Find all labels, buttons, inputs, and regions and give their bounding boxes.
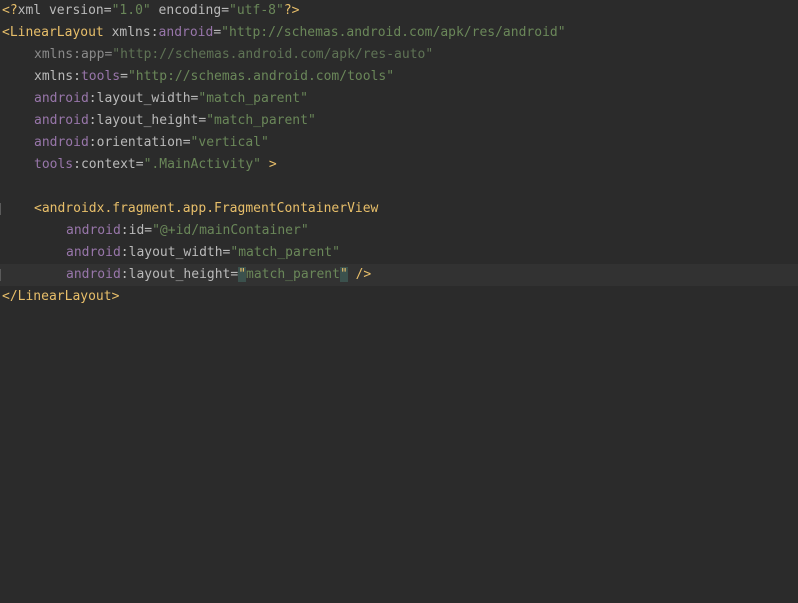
id-attr: android:id="@+id/mainContainer" bbox=[66, 220, 309, 242]
attr-namespace: android bbox=[34, 135, 89, 150]
attr-colon: : bbox=[120, 267, 129, 282]
orientation-attr: android:orientation="vertical" bbox=[34, 132, 269, 154]
linearlayout-open-tag: <LinearLayout xmlns:android="http://sche… bbox=[2, 22, 566, 44]
attr-value: "match_parent" bbox=[230, 245, 340, 260]
decl-open: <? bbox=[2, 3, 18, 18]
attr-colon: : bbox=[73, 157, 81, 172]
attr-colon: : bbox=[120, 223, 129, 238]
code-line-14[interactable]: </LinearLayout> bbox=[0, 286, 798, 308]
version-value: "1.0" bbox=[111, 3, 151, 18]
fold-marker-icon[interactable] bbox=[0, 203, 1, 215]
code-line-5[interactable]: android:layout_width="match_parent" bbox=[0, 88, 798, 110]
attr-value: "match_parent" bbox=[198, 91, 308, 106]
encoding-value: "utf-8" bbox=[229, 3, 284, 18]
attr-value: "http://schemas.android.com/apk/res/andr… bbox=[221, 25, 566, 40]
attr-eq: = bbox=[120, 69, 128, 84]
attr-colon: : bbox=[88, 135, 97, 150]
attr-namespace: android bbox=[34, 113, 89, 128]
attr-value: "http://schemas.android.com/tools" bbox=[127, 69, 395, 84]
tag-open-bracket: </ bbox=[2, 289, 18, 304]
attr-colon: : bbox=[120, 245, 129, 260]
xml-declaration: <?xml version="1.0" encoding="utf-8"?> bbox=[2, 0, 299, 22]
tag-name: androidx.fragment.app.FragmentContainerV… bbox=[41, 201, 379, 216]
tag-close-bracket: > bbox=[111, 289, 120, 304]
attr-namespace: android bbox=[158, 25, 214, 40]
layout-width-attr: android:layout_width="match_parent" bbox=[34, 88, 308, 110]
code-line-4[interactable]: xmlns:tools="http://schemas.android.com/… bbox=[0, 66, 798, 88]
decl-close: ?> bbox=[283, 3, 300, 18]
attr-value: ".MainActivity" bbox=[143, 157, 261, 172]
fragment-open-tag: <androidx.fragment.app.FragmentContainer… bbox=[34, 198, 378, 220]
attr-eq: = bbox=[144, 223, 153, 238]
code-line-12[interactable]: android:layout_width="match_parent" bbox=[0, 242, 798, 264]
attr-eq: = bbox=[135, 157, 144, 172]
attr-namespace: android bbox=[66, 245, 121, 260]
attr-prefix: xmlns: bbox=[34, 47, 81, 62]
fragment-layout-height-attr: android:layout_height="match_parent" /> bbox=[66, 264, 371, 286]
attr-eq: = bbox=[213, 25, 222, 40]
code-line-13-current[interactable]: android:layout_height="match_parent" /> bbox=[0, 264, 798, 286]
attr-name: layout_width bbox=[128, 245, 223, 260]
attr-name: layout_height bbox=[96, 113, 199, 128]
tag-close-bracket: > bbox=[261, 157, 277, 172]
code-editor[interactable]: <?xml version="1.0" encoding="utf-8"?> <… bbox=[0, 0, 798, 603]
attr-value: "@+id/mainContainer" bbox=[152, 223, 309, 238]
encoding-eq: = bbox=[221, 3, 230, 18]
attr-value: match_parent bbox=[246, 267, 340, 282]
tag-open-bracket: < bbox=[34, 201, 42, 216]
code-line-7[interactable]: android:orientation="vertical" bbox=[0, 132, 798, 154]
tag-name: LinearLayout bbox=[17, 289, 112, 304]
matched-quote-close: " bbox=[339, 267, 348, 282]
code-line-1[interactable]: <?xml version="1.0" encoding="utf-8"?> bbox=[0, 0, 798, 22]
attr-name: orientation bbox=[96, 135, 183, 150]
attr-namespace: android bbox=[34, 91, 89, 106]
tag-open-bracket: < bbox=[2, 25, 10, 40]
attr-name: context bbox=[80, 157, 136, 172]
attr-prefix: xmlns: bbox=[34, 69, 81, 84]
layout-height-attr: android:layout_height="match_parent" bbox=[34, 110, 316, 132]
code-line-2[interactable]: <LinearLayout xmlns:android="http://sche… bbox=[0, 22, 798, 44]
attr-eq: = bbox=[182, 135, 191, 150]
attr-namespace: android bbox=[66, 223, 121, 238]
code-line-10[interactable]: <androidx.fragment.app.FragmentContainer… bbox=[0, 198, 798, 220]
code-line-11[interactable]: android:id="@+id/mainContainer" bbox=[0, 220, 798, 242]
version-eq: = bbox=[103, 3, 112, 18]
encoding-attr: encoding bbox=[150, 3, 222, 18]
attr-name: layout_height bbox=[128, 267, 231, 282]
code-line-3[interactable]: xmlns:app="http://schemas.android.com/ap… bbox=[0, 44, 798, 66]
attr-colon: : bbox=[88, 91, 97, 106]
version-attr: version bbox=[41, 3, 104, 18]
decl-name: xml bbox=[17, 3, 42, 18]
attr-value: "vertical" bbox=[190, 135, 269, 150]
matched-quote-open: " bbox=[238, 267, 247, 282]
context-attr: tools:context=".MainActivity" > bbox=[34, 154, 277, 176]
code-line-6[interactable]: android:layout_height="match_parent" bbox=[0, 110, 798, 132]
attr-namespace: tools bbox=[34, 157, 74, 172]
xmlns-app-attr: xmlns:app="http://schemas.android.com/ap… bbox=[34, 44, 433, 66]
attr-name: app bbox=[80, 47, 105, 62]
attr-namespace: android bbox=[66, 267, 121, 282]
attr-name: layout_width bbox=[96, 91, 191, 106]
linearlayout-close-tag: </LinearLayout> bbox=[2, 286, 119, 308]
code-line-8[interactable]: tools:context=".MainActivity" > bbox=[0, 154, 798, 176]
attr-value: "http://schemas.android.com/apk/res-auto… bbox=[112, 47, 434, 62]
xmlns-tools-attr: xmlns:tools="http://schemas.android.com/… bbox=[34, 66, 394, 88]
attr-namespace: tools bbox=[80, 69, 121, 84]
attr-name: id bbox=[128, 223, 145, 238]
code-line-9[interactable] bbox=[0, 176, 798, 198]
tag-name: LinearLayout bbox=[9, 25, 104, 40]
fold-marker-icon[interactable] bbox=[0, 269, 1, 281]
attr-value: "match_parent" bbox=[206, 113, 316, 128]
tag-self-close: /> bbox=[347, 267, 372, 282]
fragment-layout-width-attr: android:layout_width="match_parent" bbox=[66, 242, 340, 264]
attr-colon: : bbox=[88, 113, 97, 128]
attr-prefix: xmlns: bbox=[111, 25, 159, 40]
